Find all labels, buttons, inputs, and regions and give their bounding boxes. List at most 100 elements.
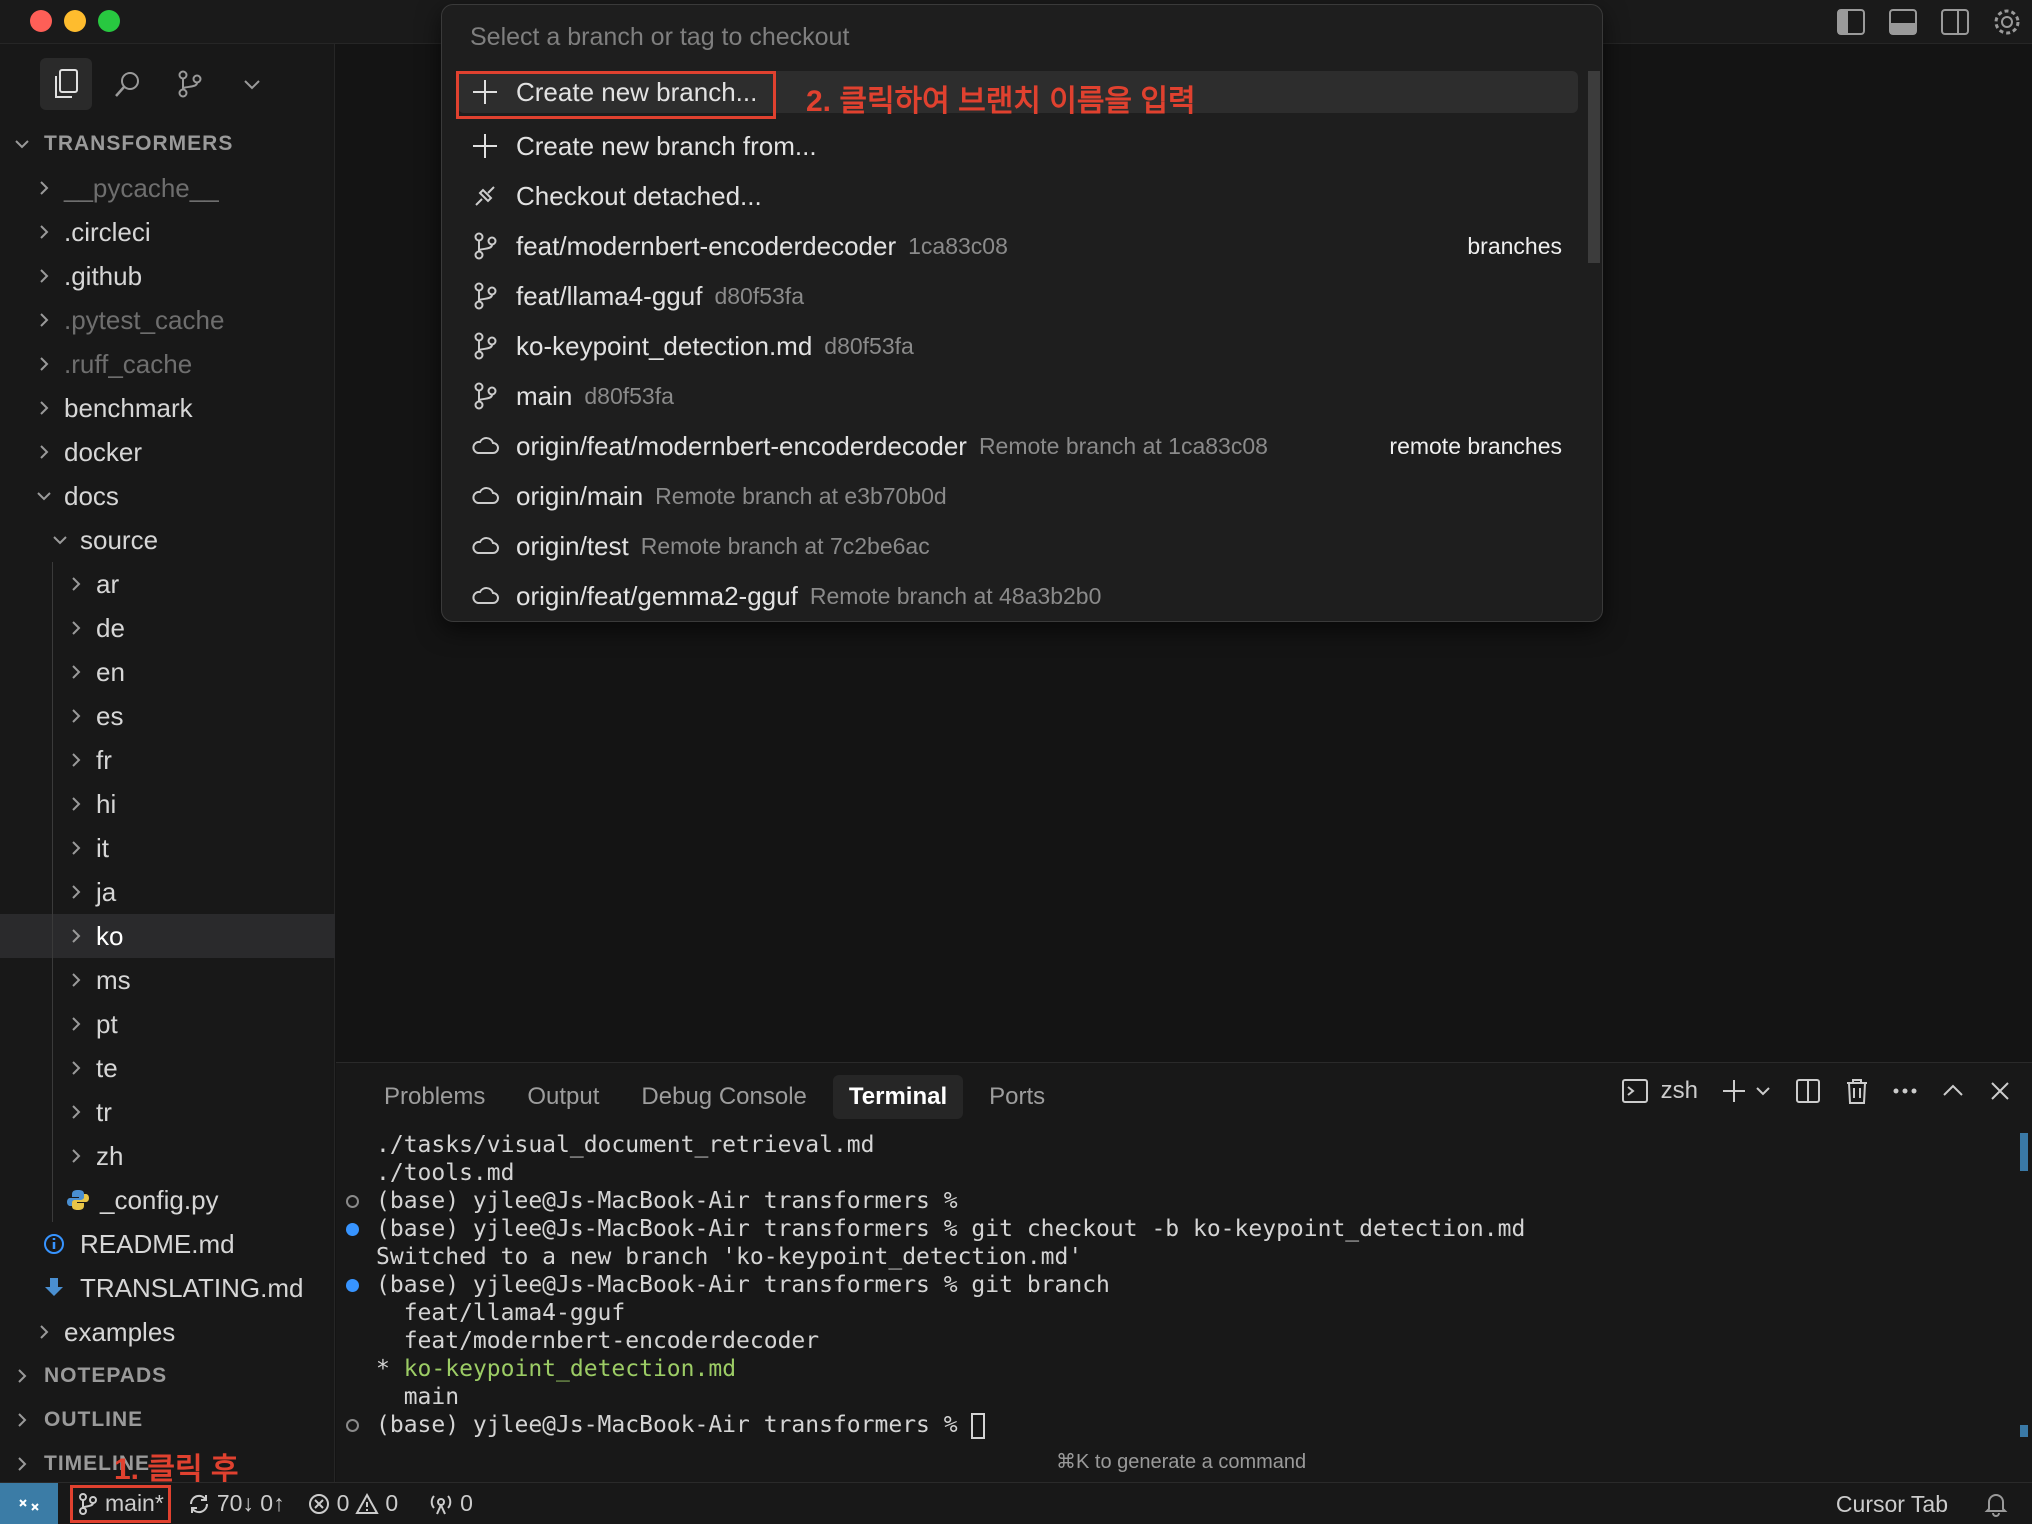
quick-pick-scrollbar[interactable] — [1588, 71, 1600, 263]
tree-item[interactable]: fr — [0, 738, 335, 782]
quick-pick-item[interactable]: origin/feat/modernbert-encoderdecoder Rem… — [458, 421, 1578, 471]
cursor-tab-status[interactable]: Cursor Tab — [1836, 1491, 1948, 1518]
quick-pick-item[interactable]: feat/modernbert-encoderdecoder 1ca83c08 br… — [458, 221, 1578, 271]
quick-pick-item[interactable]: origin/main Remote branch at e3b70b0d — [458, 471, 1578, 521]
tree-item[interactable]: ms — [0, 958, 335, 1002]
search-icon[interactable] — [102, 58, 154, 110]
minimize-window-button[interactable] — [64, 10, 86, 32]
tab-ports[interactable]: Ports — [973, 1075, 1061, 1119]
trash-icon[interactable] — [1844, 1077, 1870, 1105]
tree-item[interactable]: ja — [0, 870, 335, 914]
terminal-shell-selector[interactable]: zsh — [1621, 1077, 1698, 1105]
toggle-secondary-sidebar-icon[interactable] — [1940, 8, 1970, 36]
tree-item[interactable]: _config.py — [0, 1178, 335, 1222]
tab-debug-console[interactable]: Debug Console — [625, 1075, 822, 1119]
indent-guide — [52, 1046, 53, 1090]
tree-item[interactable]: benchmark — [0, 386, 335, 430]
cloud-icon — [472, 437, 499, 454]
tab-output[interactable]: Output — [511, 1075, 615, 1119]
annotation-step2: 2. 클릭하여 브랜치 이름을 입력 — [806, 85, 1196, 118]
quick-pick-item[interactable]: ko-keypoint_detection.md d80f53fa — [458, 321, 1578, 371]
more-actions-icon[interactable] — [1892, 1086, 1918, 1096]
quick-pick-item[interactable]: origin/feat/gemma2-gguf Remote branch at … — [458, 571, 1578, 621]
tab-terminal[interactable]: Terminal — [832, 1075, 964, 1119]
chevron-right-icon — [72, 797, 81, 811]
sync-status-item[interactable]: 70↓ 0↑ — [187, 1490, 285, 1517]
toggle-panel-icon[interactable] — [1888, 8, 1918, 36]
source-control-icon[interactable] — [164, 58, 216, 110]
command-decoration-icon[interactable] — [346, 1195, 359, 1208]
branch-status-item[interactable]: main* — [70, 1484, 171, 1523]
chevron-right-icon — [40, 181, 49, 195]
tree-item-label: .github — [64, 260, 143, 291]
tree-item-label: te — [96, 1052, 118, 1083]
tree-item[interactable]: pt — [0, 1002, 335, 1046]
chevron-right-icon — [40, 1325, 49, 1339]
bell-icon[interactable] — [1984, 1491, 2008, 1517]
tree-item[interactable]: .ruff_cache — [0, 342, 335, 386]
sidebar-section-notepads[interactable]: NOTEPADS — [0, 1354, 335, 1398]
quick-pick-item[interactable]: feat/llama4-gguf d80f53fa — [458, 271, 1578, 321]
tree-item[interactable]: hi — [0, 782, 335, 826]
quick-pick-item-description: Remote branch at 1ca83c08 — [978, 432, 1268, 459]
maximize-panel-icon[interactable] — [1940, 1078, 1966, 1104]
tree-item[interactable]: .pytest_cache — [0, 298, 335, 342]
tree-item[interactable]: zh — [0, 1134, 335, 1178]
quick-pick-item[interactable]: main d80f53fa — [458, 371, 1578, 421]
toggle-primary-sidebar-icon[interactable] — [1836, 8, 1866, 36]
sidebar-section-outline[interactable]: OUTLINE — [0, 1398, 335, 1442]
tree-item-label: .circleci — [64, 216, 151, 247]
quick-pick-item-description: Remote branch at e3b70b0d — [655, 482, 947, 509]
tree-item[interactable]: en — [0, 650, 335, 694]
quick-pick-group-label: remote branches — [1389, 432, 1562, 459]
tree-item[interactable]: docker — [0, 430, 335, 474]
tree-item[interactable]: ar — [0, 562, 335, 606]
indent-guide — [52, 694, 53, 738]
new-terminal-button[interactable] — [1720, 1077, 1772, 1105]
terminal-scrollbar[interactable] — [2020, 1133, 2028, 1171]
ports-status-item[interactable]: 0 — [428, 1490, 473, 1517]
gear-icon[interactable] — [1992, 7, 2022, 37]
explorer-section-header[interactable]: TRANSFORMERS — [0, 122, 335, 166]
tree-item[interactable]: source — [0, 518, 335, 562]
tab-problems[interactable]: Problems — [368, 1075, 501, 1119]
tree-item[interactable]: ko — [0, 914, 335, 958]
tree-item[interactable]: __pycache__ — [0, 166, 335, 210]
tree-item[interactable]: .github — [0, 254, 335, 298]
quick-pick-item-description: Remote branch at 48a3b2b0 — [809, 582, 1102, 609]
detach-icon — [470, 181, 500, 211]
problems-status-item[interactable]: 0 0 — [307, 1490, 398, 1517]
sync-counts: 70↓ 0↑ — [216, 1490, 285, 1516]
ports-count: 0 — [460, 1490, 473, 1516]
close-panel-icon[interactable] — [1988, 1079, 2012, 1103]
quick-pick-item[interactable]: Checkout detached... — [458, 171, 1578, 221]
split-terminal-icon[interactable] — [1794, 1077, 1822, 1105]
tree-item[interactable]: tr — [0, 1090, 335, 1134]
quick-pick-input[interactable]: Select a branch or tag to checkout — [470, 23, 849, 52]
command-decoration-icon[interactable] — [346, 1419, 359, 1432]
tree-item[interactable]: README.md — [0, 1222, 335, 1266]
command-decoration-icon[interactable] — [346, 1223, 359, 1236]
cloud-icon — [472, 487, 499, 504]
chevron-right-icon — [40, 401, 49, 415]
remote-indicator[interactable] — [0, 1482, 58, 1524]
quick-pick-item[interactable]: origin/test Remote branch at 7c2be6ac — [458, 521, 1578, 571]
close-window-button[interactable] — [30, 10, 52, 32]
tree-item[interactable]: de — [0, 606, 335, 650]
quick-pick-item[interactable]: Create new branch from... — [458, 121, 1578, 171]
tree-item[interactable]: it — [0, 826, 335, 870]
maximize-window-button[interactable] — [98, 10, 120, 32]
tree-item-label: es — [96, 700, 124, 731]
tree-item-label: source — [80, 524, 159, 555]
tree-item[interactable]: TRANSLATING.md — [0, 1266, 335, 1310]
tree-item[interactable]: es — [0, 694, 335, 738]
terminal-output[interactable]: ./tasks/visual_document_retrieval.md ./to… — [346, 1131, 1525, 1439]
chevron-down-icon[interactable] — [226, 58, 278, 110]
tree-item[interactable]: .circleci — [0, 210, 335, 254]
tree-item[interactable]: te — [0, 1046, 335, 1090]
tree-item[interactable]: examples — [0, 1310, 335, 1354]
explorer-files-icon[interactable] — [40, 58, 92, 110]
quick-pick-item-description: d80f53fa — [584, 382, 674, 409]
tree-item[interactable]: docs — [0, 474, 335, 518]
command-decoration-icon[interactable] — [346, 1279, 359, 1292]
